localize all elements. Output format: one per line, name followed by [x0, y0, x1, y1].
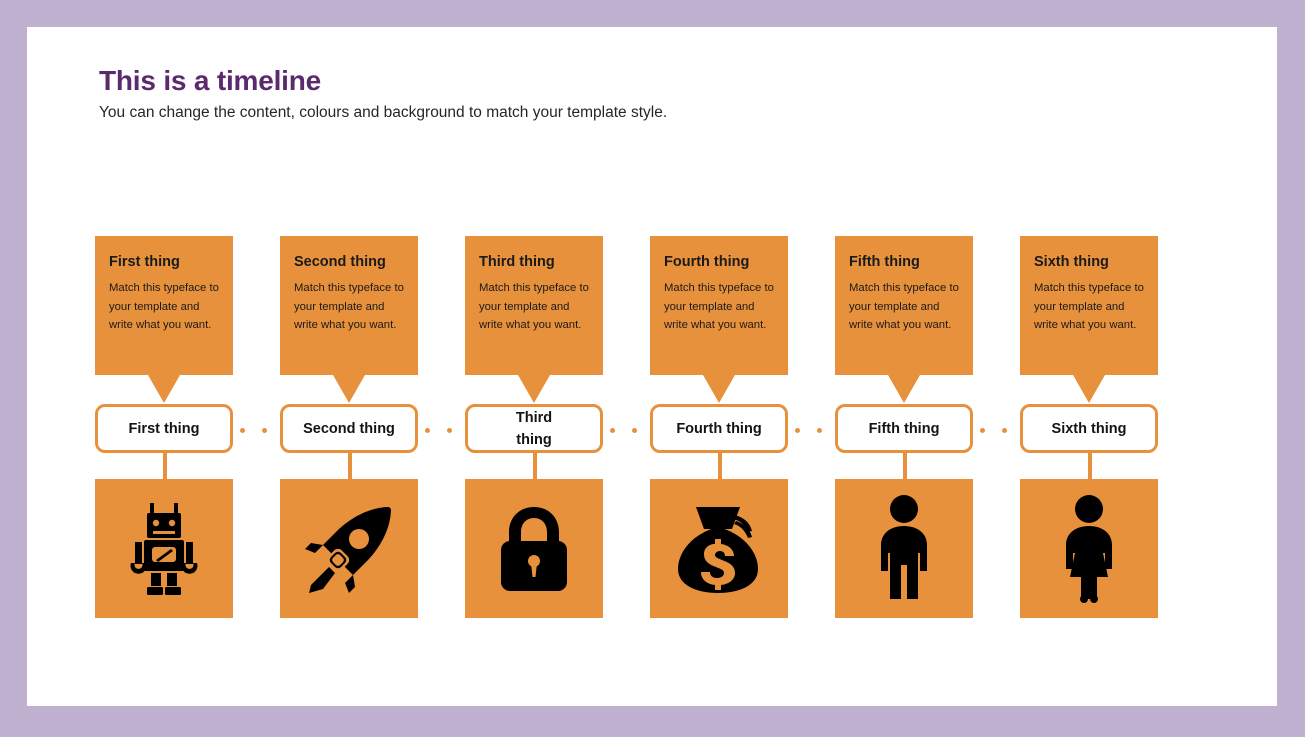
step-pill-label: Fourth thing: [676, 420, 762, 437]
timeline-step-6: Sixth thing Match this typeface to your …: [1020, 208, 1160, 618]
step-pill-label: First thing: [128, 420, 200, 437]
card-tail-triangle: [703, 375, 735, 403]
step-icon-tile-1[interactable]: [95, 479, 233, 618]
rocket-icon: [301, 501, 397, 597]
page-title: This is a timeline: [99, 65, 322, 96]
timeline-step-4: Fourth thing Match this typeface to your…: [650, 208, 790, 618]
timeline-step-3: Third thing Match this typeface to your …: [465, 208, 605, 618]
dot: [261, 427, 267, 433]
step-pill-5[interactable]: Fifth thing: [835, 404, 973, 453]
step-pill-4[interactable]: Fourth thing: [650, 404, 788, 453]
money-bag-icon: [674, 503, 764, 595]
step-connector-line: [718, 451, 722, 481]
step-pill-2[interactable]: Second thing: [280, 404, 418, 453]
step-card-5[interactable]: Fifth thing Match this typeface to your …: [835, 236, 973, 403]
step-card-body: Match this typeface to your template and…: [664, 282, 774, 331]
step-card-2[interactable]: Second thing Match this typeface to your…: [280, 236, 418, 403]
card-tail-triangle: [333, 375, 365, 403]
step-icon-tile-4[interactable]: [650, 479, 788, 618]
timeline-step-2: Second thing Match this typeface to your…: [280, 208, 420, 618]
step-card-body: Match this typeface to your template and…: [849, 282, 959, 331]
step-card-body: Match this typeface to your template and…: [1034, 282, 1144, 331]
step-card-body: Match this typeface to your template and…: [109, 282, 219, 331]
step-card-3[interactable]: Third thing Match this typeface to your …: [465, 236, 603, 403]
dot: [610, 427, 615, 433]
step-card-6[interactable]: Sixth thing Match this typeface to your …: [1020, 236, 1158, 403]
card-tail-triangle: [148, 375, 180, 403]
step-connector-line: [533, 451, 537, 481]
step-card-title: First thing: [109, 254, 180, 270]
step-connector-line: [348, 451, 352, 481]
step-card-body: Match this typeface to your template and…: [479, 282, 589, 331]
dot: [425, 427, 430, 433]
step-pill-6[interactable]: Sixth thing: [1020, 404, 1158, 453]
timeline-step-1: First thing Match this typeface to your …: [95, 208, 235, 618]
step-card-body: Match this typeface to your template and…: [294, 282, 404, 331]
dot: [816, 427, 822, 433]
step-connector-line: [903, 451, 907, 481]
step-icon-tile-6[interactable]: [1020, 479, 1158, 618]
step-pill-3[interactable]: Third thing: [465, 404, 603, 453]
step-icon-tile-3[interactable]: [465, 479, 603, 618]
step-pill-1[interactable]: First thing: [95, 404, 233, 453]
step-connector-line: [1088, 451, 1092, 481]
step-card-title: Second thing: [294, 254, 386, 270]
woman-icon: [1057, 494, 1121, 603]
dot: [631, 427, 637, 433]
step-icon-tile-5[interactable]: [835, 479, 973, 618]
step-card-title: Fifth thing: [849, 254, 920, 270]
step-card-1[interactable]: First thing Match this typeface to your …: [95, 236, 233, 403]
step-icon-tile-2[interactable]: [280, 479, 418, 618]
step-pill-label: Sixth thing: [1051, 420, 1127, 437]
step-connector-line: [163, 451, 167, 481]
step-pill-label: Third thing: [515, 409, 553, 448]
timeline-step-5: Fifth thing Match this typeface to your …: [835, 208, 975, 618]
step-card-title: Sixth thing: [1034, 254, 1109, 270]
dot: [1001, 427, 1007, 433]
card-tail-triangle: [1073, 375, 1105, 403]
step-card-title: Fourth thing: [664, 254, 750, 270]
slide-header: This is a timeline You can change the co…: [99, 64, 1199, 124]
card-tail-triangle: [888, 375, 920, 403]
dot: [446, 427, 452, 433]
step-card-title: Third thing: [479, 254, 555, 270]
lock-icon: [495, 505, 573, 593]
slide-subtitle: You can change the content, colours and …: [99, 104, 668, 121]
dot: [980, 427, 985, 433]
card-tail-triangle: [518, 375, 550, 403]
step-pill-label: Fifth thing: [868, 420, 940, 437]
step-pill-label: Second thing: [303, 420, 395, 437]
slide-canvas: This is a timeline You can change the co…: [27, 27, 1277, 706]
step-card-4[interactable]: Fourth thing Match this typeface to your…: [650, 236, 788, 403]
robot-icon: [125, 502, 203, 595]
man-icon: [875, 494, 933, 603]
dot: [795, 427, 800, 433]
timeline-diagram: First thing Match this typeface to your …: [95, 208, 1203, 618]
dot: [240, 427, 245, 433]
